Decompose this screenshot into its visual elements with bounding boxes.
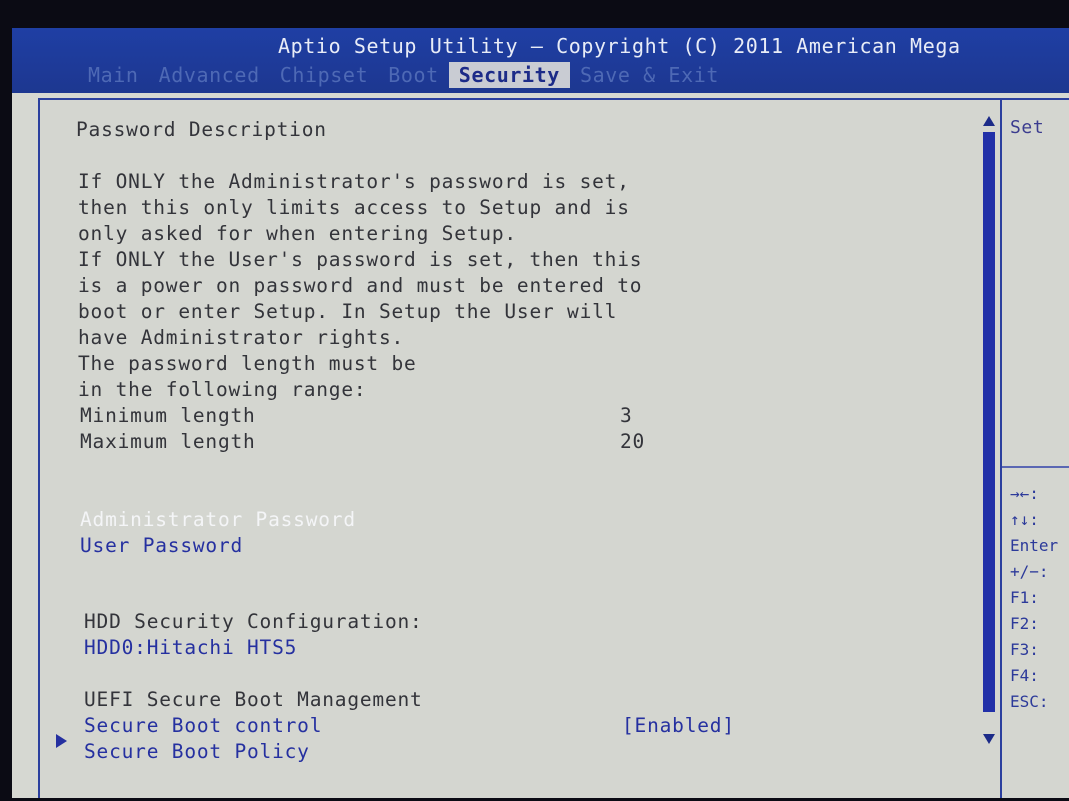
max-length-label: Maximum length xyxy=(80,430,256,453)
description-line: only asked for when entering Setup. xyxy=(78,222,517,245)
secure-boot-policy-item[interactable]: Secure Boot Policy xyxy=(84,740,310,764)
description-line: is a power on password and must be enter… xyxy=(78,274,643,297)
max-length-value: 20 xyxy=(620,430,646,453)
tab-security[interactable]: Security xyxy=(448,62,570,88)
description-line: If ONLY the User's password is set, then… xyxy=(78,248,643,271)
scroll-down-arrow-icon[interactable] xyxy=(983,734,995,744)
hdd0-item[interactable]: HDD0:Hitachi HTS5 xyxy=(84,636,297,660)
description-line: boot or enter Setup. In Setup the User w… xyxy=(78,300,618,323)
security-main-panel: Password Description If ONLY the Adminis… xyxy=(38,98,1002,798)
help-divider xyxy=(1002,466,1069,468)
tab-bar: Main Advanced Chipset Boot Security Save… xyxy=(78,62,729,88)
help-panel: Set →←: ↑↓: Enter +/−: F1: F2: F3: F4: E… xyxy=(1002,98,1069,798)
description-line: If ONLY the Administrator's password is … xyxy=(78,170,630,193)
main-scrollbar[interactable] xyxy=(980,114,998,794)
tab-chipset[interactable]: Chipset xyxy=(270,62,379,88)
hdd-security-heading: HDD Security Configuration: xyxy=(84,610,423,633)
administrator-password-item[interactable]: Administrator Password xyxy=(80,508,356,532)
help-key-select-screen: →←: xyxy=(1010,484,1039,503)
password-description-heading: Password Description xyxy=(76,118,327,141)
tab-main[interactable]: Main xyxy=(78,62,149,88)
submenu-arrow-icon xyxy=(56,734,67,748)
scroll-up-arrow-icon[interactable] xyxy=(983,116,995,126)
help-key-change: +/−: xyxy=(1010,562,1049,581)
help-key-f1: F1: xyxy=(1010,588,1039,607)
user-password-item[interactable]: User Password xyxy=(80,534,243,558)
title-bar: Aptio Setup Utility – Copyright (C) 2011… xyxy=(12,28,1069,93)
help-title: Set xyxy=(1010,117,1045,138)
description-line: have Administrator rights. xyxy=(78,326,405,349)
description-line: then this only limits access to Setup an… xyxy=(78,196,630,219)
min-length-value: 3 xyxy=(620,404,633,427)
help-key-f4: F4: xyxy=(1010,666,1039,685)
secure-boot-control-item[interactable]: Secure Boot control xyxy=(84,714,322,738)
min-length-label: Minimum length xyxy=(80,404,256,427)
description-line: The password length must be xyxy=(78,352,417,375)
description-line: in the following range: xyxy=(78,378,367,401)
uefi-secure-boot-heading: UEFI Secure Boot Management xyxy=(84,688,423,711)
tab-boot[interactable]: Boot xyxy=(378,62,449,88)
scroll-thumb[interactable] xyxy=(983,132,995,712)
secure-boot-control-value[interactable]: [Enabled] xyxy=(622,714,735,738)
help-key-esc: ESC: xyxy=(1010,692,1049,711)
tab-advanced[interactable]: Advanced xyxy=(149,62,270,88)
help-key-f2: F2: xyxy=(1010,614,1039,633)
help-key-select-item: ↑↓: xyxy=(1010,510,1039,529)
bios-screen: Aptio Setup Utility – Copyright (C) 2011… xyxy=(12,28,1069,798)
app-title: Aptio Setup Utility – Copyright (C) 2011… xyxy=(278,34,961,58)
help-key-enter: Enter xyxy=(1010,536,1059,555)
help-key-f3: F3: xyxy=(1010,640,1039,659)
tab-save-exit[interactable]: Save & Exit xyxy=(570,62,729,88)
